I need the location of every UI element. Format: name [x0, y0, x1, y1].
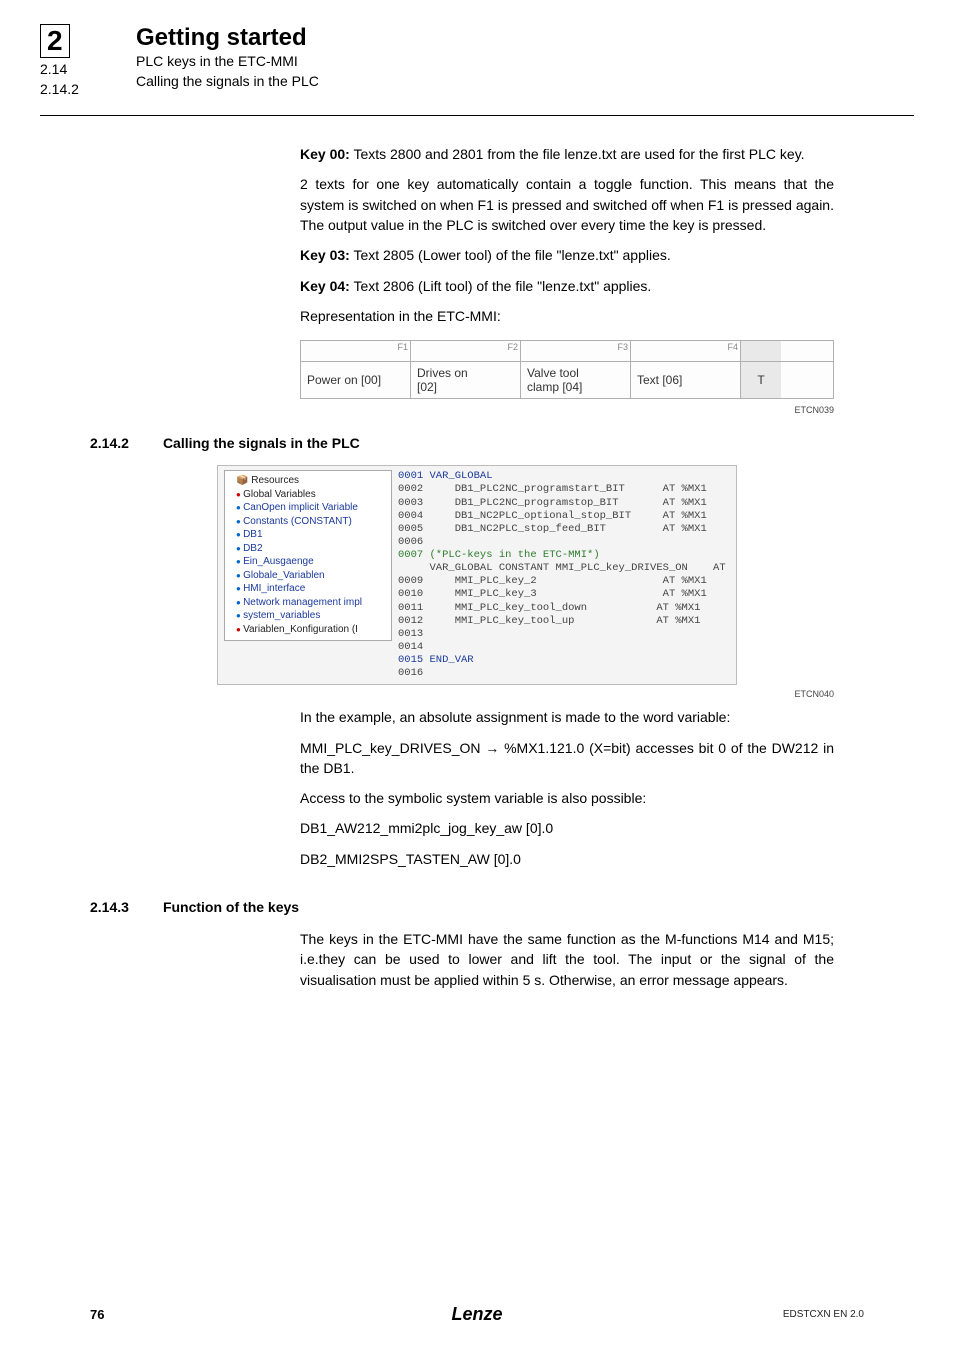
brand-logo: Lenze: [451, 1304, 502, 1325]
code-line: 0010 MMI_PLC_key_3 AT %MX1: [398, 588, 730, 601]
key03-paragraph: Key 03: Text 2805 (Lower tool) of the fi…: [300, 245, 834, 265]
code-line: 0005 DB1_NC2PLC_stop_feed_BIT AT %MX1: [398, 523, 730, 536]
code-line: 0011 MMI_PLC_key_tool_down AT %MX1: [398, 602, 730, 615]
section-2142-num: 2.14.2: [90, 435, 129, 451]
code-figure: Resources Global Variables CanOpen impli…: [217, 465, 737, 685]
after-code-p5: DB2_MMI2SPS_TASTEN_AW [0].0: [300, 849, 834, 869]
fkey-top-2: F2: [411, 341, 521, 361]
code-line: 0013: [398, 628, 730, 641]
fkey-cell-2: Drives on[02]: [411, 362, 521, 398]
code-line: 0012 MMI_PLC_key_tool_up AT %MX1: [398, 615, 730, 628]
code-line: 0014: [398, 641, 730, 654]
code-line: 0006: [398, 536, 730, 549]
after-code-p1: In the example, an absolute assignment i…: [300, 707, 834, 727]
fkey-caption: ETCN039: [0, 405, 834, 415]
chapter-title: Getting started: [136, 24, 319, 52]
section-num-1: 2.14: [40, 60, 108, 80]
fkey-badge-2: F2: [507, 342, 518, 352]
code-line: 0002 DB1_PLC2NC_programstart_BIT AT %MX1: [398, 483, 730, 496]
key04-paragraph: Key 04: Text 2806 (Lift tool) of the fil…: [300, 276, 834, 296]
section-title-1: PLC keys in the ETC-MMI: [136, 52, 319, 72]
section-2143-title: Function of the keys: [163, 899, 299, 915]
tree-item: system_variables: [228, 610, 388, 623]
fkey-badge-4: F4: [727, 342, 738, 352]
code-line: 0016: [398, 667, 730, 680]
tree-item: CanOpen implicit Variable: [228, 502, 388, 515]
after-code-p3: Access to the symbolic system variable i…: [300, 788, 834, 808]
fkey-3-line1: Valve tool: [527, 366, 579, 380]
key03-text: Text 2805 (Lower tool) of the file "lenz…: [350, 247, 671, 263]
header-titles: Getting started PLC keys in the ETC-MMI …: [136, 24, 319, 99]
toggle-paragraph: 2 texts for one key automatically contai…: [300, 174, 834, 235]
tree-item: Variablen_Konfiguration (I: [228, 624, 388, 637]
code-line: 0004 DB1_NC2PLC_optional_stop_BIT AT %MX…: [398, 510, 730, 523]
tree-item: Global Variables: [228, 489, 388, 502]
fkey-3-line2: clamp [04]: [527, 380, 582, 394]
page-header: 2 2.14 2.14.2 Getting started PLC keys i…: [0, 0, 954, 111]
after-code-p2: MMI_PLC_key_DRIVES_ON → %MX1.121.0 (X=bi…: [300, 738, 834, 779]
body-block-2: In the example, an absolute assignment i…: [300, 707, 834, 869]
fkey-cell-3: Valve toolclamp [04]: [521, 362, 631, 398]
section-2142-title: Calling the signals in the PLC: [163, 435, 360, 451]
code-line: 0003 DB1_PLC2NC_programstop_BIT AT %MX1: [398, 497, 730, 510]
code-listing: 0001 VAR_GLOBAL 0002 DB1_PLC2NC_programs…: [398, 470, 730, 680]
key04-text: Text 2806 (Lift tool) of the file "lenze…: [350, 278, 652, 294]
key00-text: Texts 2800 and 2801 from the file lenze.…: [350, 146, 805, 162]
code-line: 0015 END_VAR: [398, 654, 730, 667]
fkey-cell-1: Power on [00]: [301, 362, 411, 398]
after-code-p4: DB1_AW212_mmi2plc_jog_key_aw [0].0: [300, 818, 834, 838]
page-number: 76: [90, 1307, 104, 1322]
fkey-badge-1: F1: [397, 342, 408, 352]
key04-label: Key 04:: [300, 278, 350, 294]
code-line: 0001 VAR_GLOBAL: [398, 470, 730, 483]
document-id: EDSTCXN EN 2.0: [783, 1309, 864, 1320]
tree-item: DB2: [228, 543, 388, 556]
fkey-blank-4: F4: [631, 341, 741, 361]
fkey-figure: F1 F2 F3 F4 Power on [00] Drives on[02] …: [300, 340, 834, 399]
section-2143-p1: The keys in the ETC-MMI have the same fu…: [300, 929, 834, 990]
header-numbers: 2 2.14 2.14.2: [40, 24, 108, 99]
fkey-top-3: F3: [521, 341, 631, 361]
section-2143-heading: 2.14.3 Function of the keys: [90, 899, 954, 915]
fkey-cell-4: Text [06]: [631, 362, 741, 398]
code-caption: ETCN040: [0, 689, 834, 699]
section-title-2: Calling the signals in the PLC: [136, 72, 319, 92]
body-block-3: The keys in the ETC-MMI have the same fu…: [300, 929, 834, 990]
section-num-2: 2.14.2: [40, 80, 108, 100]
body-block-1: Key 00: Texts 2800 and 2801 from the fil…: [300, 144, 834, 326]
key00-label: Key 00:: [300, 146, 350, 162]
tree-item: Globale_Variablen: [228, 570, 388, 583]
tree-item: Constants (CONSTANT): [228, 516, 388, 529]
key03-label: Key 03:: [300, 247, 350, 263]
fkey-cell-5: T: [741, 362, 781, 398]
code-line: 0007 (*PLC-keys in the ETC-MMI*): [398, 549, 730, 562]
chapter-number: 2: [40, 24, 70, 58]
tree-item: Network management impl: [228, 597, 388, 610]
resource-tree: Resources Global Variables CanOpen impli…: [224, 470, 392, 641]
code-line: VAR_GLOBAL CONSTANT MMI_PLC_key_DRIVES_O…: [398, 562, 730, 575]
fkey-2-line1: Drives on: [417, 366, 468, 380]
fkey-blank-5: [741, 341, 781, 361]
representation-text: Representation in the ETC-MMI:: [300, 306, 834, 326]
fkey-badge-3: F3: [617, 342, 628, 352]
fkey-blank-1: F1: [301, 341, 411, 361]
tree-item: Ein_Ausgaenge: [228, 556, 388, 569]
tree-root: Resources: [228, 475, 388, 488]
key00-paragraph: Key 00: Texts 2800 and 2801 from the fil…: [300, 144, 834, 164]
page-footer: 76 Lenze EDSTCXN EN 2.0: [0, 1307, 954, 1322]
section-2142-heading: 2.14.2 Calling the signals in the PLC: [90, 435, 954, 451]
section-2143-num: 2.14.3: [90, 899, 129, 915]
tree-item: DB1: [228, 529, 388, 542]
header-rule: [40, 115, 914, 116]
tree-item: HMI_interface: [228, 583, 388, 596]
code-line: 0009 MMI_PLC_key_2 AT %MX1: [398, 575, 730, 588]
fkey-2-line2: [02]: [417, 380, 437, 394]
